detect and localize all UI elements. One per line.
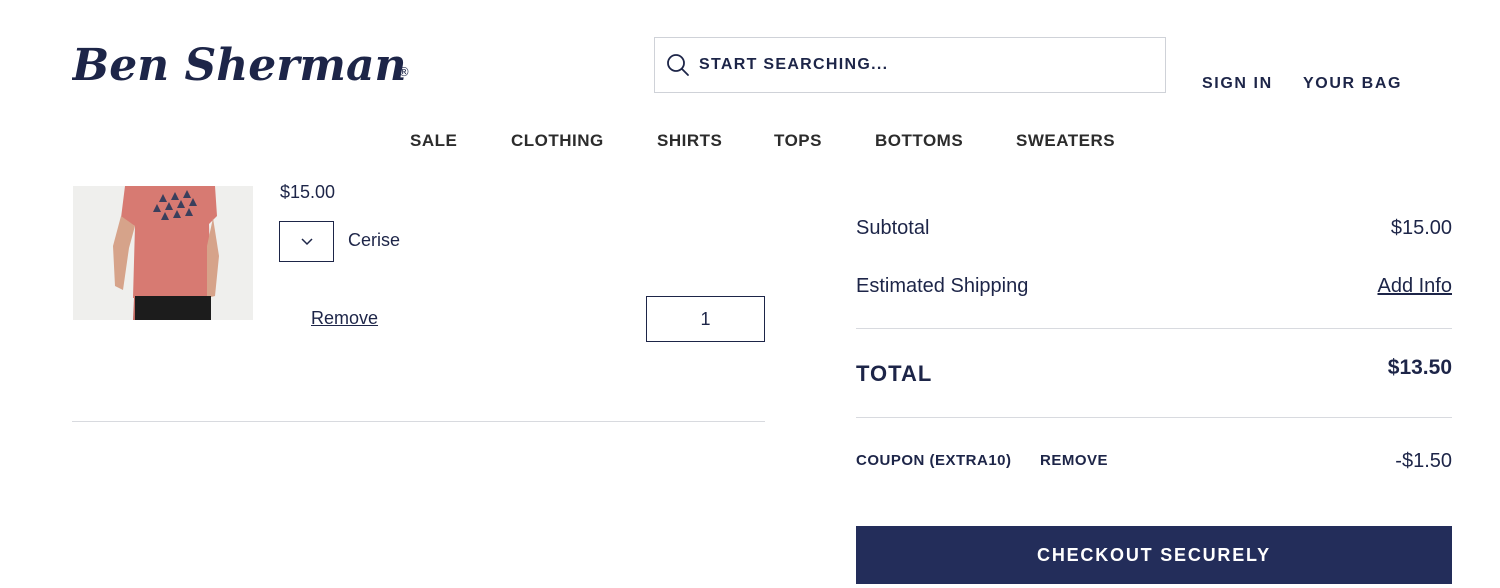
color-select[interactable] <box>279 221 334 262</box>
add-shipping-info-link[interactable]: Add Info <box>1377 275 1452 298</box>
logo-wordmark: Ben Sherman ® <box>72 40 410 91</box>
cart-divider <box>72 421 765 422</box>
color-name: Cerise <box>348 230 401 250</box>
subtotal-label: Subtotal <box>856 217 930 239</box>
coupon-value: -$1.50 <box>1395 450 1452 472</box>
nav-item-sale[interactable]: SALE <box>410 131 457 151</box>
summary-divider <box>856 417 1452 418</box>
total-value: $13.50 <box>1387 356 1452 379</box>
product-image[interactable] <box>73 186 253 320</box>
nav-item-tops[interactable]: TOPS <box>774 131 822 151</box>
search-box[interactable] <box>654 37 1166 93</box>
product-photo <box>73 186 253 320</box>
quantity-input[interactable] <box>646 296 765 342</box>
search-input[interactable] <box>699 56 1139 74</box>
your-bag-link[interactable]: YOUR BAG <box>1303 75 1402 93</box>
coupon-label: COUPON (EXTRA10) <box>856 452 1012 469</box>
item-price: $15.00 <box>280 182 336 202</box>
main-nav: SALE CLOTHING SHIRTS TOPS BOTTOMS SWEATE… <box>0 131 1500 155</box>
total-label: TOTAL <box>856 361 933 386</box>
remove-coupon-button[interactable]: REMOVE <box>1040 452 1108 469</box>
nav-item-clothing[interactable]: CLOTHING <box>511 131 604 151</box>
remove-item-link[interactable]: Remove <box>311 308 378 329</box>
registered-mark: ® <box>398 65 410 79</box>
chevron-down-icon <box>300 233 313 251</box>
nav-item-shirts[interactable]: SHIRTS <box>657 131 722 151</box>
summary-divider <box>856 328 1452 329</box>
nav-item-bottoms[interactable]: BOTTOMS <box>875 131 963 151</box>
nav-item-sweaters[interactable]: SWEATERS <box>1016 131 1115 151</box>
brand-logo[interactable]: Ben Sherman ® <box>72 38 412 92</box>
logo-text: Ben Sherman <box>72 40 407 91</box>
subtotal-value: $15.00 <box>1390 217 1452 239</box>
search-icon[interactable] <box>665 52 691 78</box>
shipping-label: Estimated Shipping <box>856 275 1029 297</box>
checkout-button[interactable]: CHECKOUT SECURELY <box>856 526 1452 584</box>
sign-in-link[interactable]: SIGN IN <box>1202 75 1273 93</box>
